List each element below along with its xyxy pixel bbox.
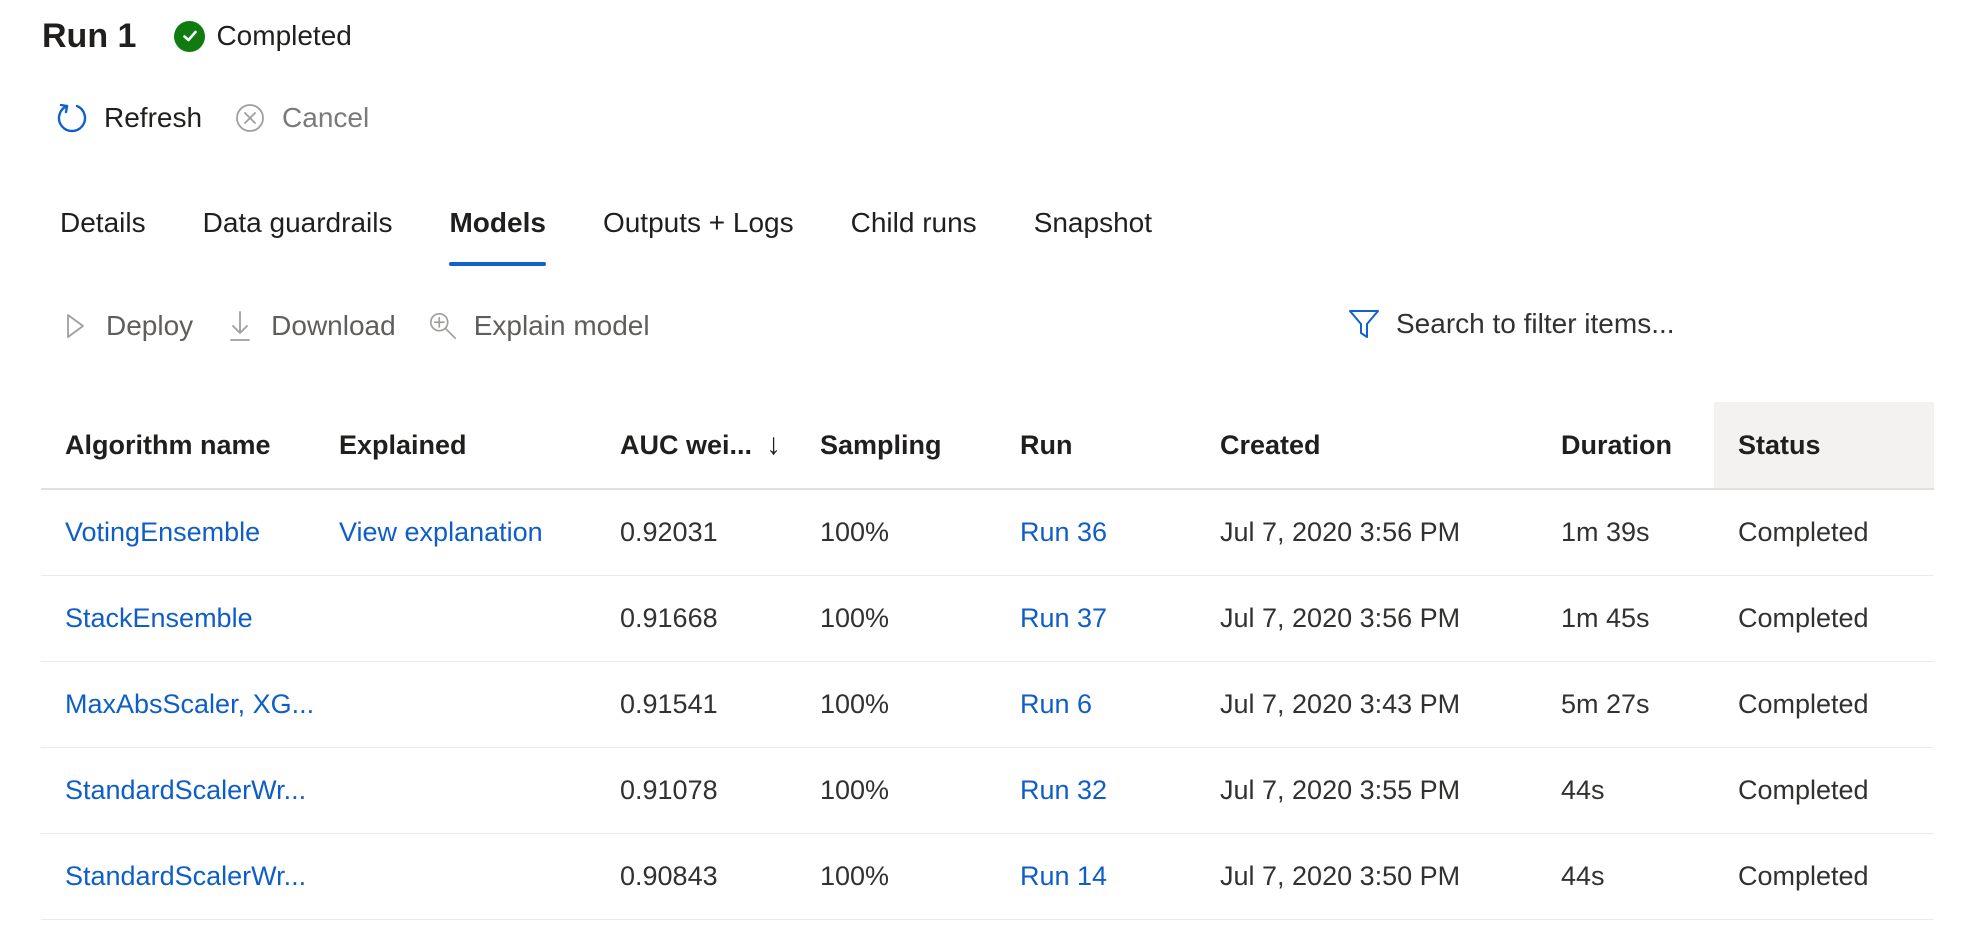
tab-outputs-logs[interactable]: Outputs + Logs [603, 198, 794, 268]
table-row[interactable]: MaxAbsScaler, XG... 0.91541 100% Run 6 J… [41, 662, 1934, 748]
tab-details[interactable]: Details [60, 198, 146, 268]
column-header-run[interactable]: Run [996, 402, 1196, 488]
deploy-label: Deploy [106, 310, 194, 341]
deploy-button[interactable]: Deploy [60, 308, 193, 344]
table-row[interactable]: StandardScalerWr... 0.91078 100% Run 32 … [41, 748, 1934, 834]
auc-value: 0.91668 [620, 603, 718, 633]
column-header-algorithm-name[interactable]: Algorithm name [41, 402, 315, 488]
table-row[interactable]: StandardScalerWr... 0.90843 100% Run 14 … [41, 834, 1934, 920]
refresh-icon [54, 100, 90, 136]
models-toolbar: Deploy Download Explain model [60, 304, 682, 348]
duration-value: 44s [1561, 861, 1605, 891]
download-button[interactable]: Download [225, 308, 396, 344]
search-box [1346, 302, 1716, 346]
run-link[interactable]: Run 14 [996, 861, 1196, 892]
command-bar: Refresh Cancel [54, 96, 399, 140]
run-link[interactable]: Run 6 [996, 689, 1196, 720]
column-header-auc-weighted[interactable]: AUC wei... ↓ [596, 402, 796, 488]
cancel-button[interactable]: Cancel [232, 100, 369, 136]
status-value: Completed [1738, 861, 1869, 891]
created-value: Jul 7, 2020 3:56 PM [1220, 603, 1461, 633]
duration-value: 5m 27s [1561, 689, 1650, 719]
status-label: Completed [216, 20, 352, 51]
play-icon [60, 308, 90, 344]
page-title: Run 1 [42, 16, 137, 55]
status-value: Completed [1738, 775, 1869, 805]
column-header-created[interactable]: Created [1196, 402, 1537, 488]
search-input[interactable] [1396, 308, 1716, 340]
column-header-status[interactable]: Status [1714, 402, 1934, 488]
duration-value: 44s [1561, 775, 1605, 805]
auc-value: 0.92031 [620, 517, 718, 547]
status-value: Completed [1738, 517, 1869, 547]
refresh-button[interactable]: Refresh [54, 100, 202, 136]
auc-value: 0.90843 [620, 861, 718, 891]
sampling-value: 100% [820, 775, 890, 805]
algorithm-name-link[interactable]: StackEnsemble [41, 603, 315, 634]
run-status: Completed [174, 20, 352, 52]
algorithm-name-link[interactable]: StandardScalerWr... [41, 861, 315, 892]
auc-value: 0.91541 [620, 689, 718, 719]
column-header-duration[interactable]: Duration [1537, 402, 1714, 488]
sampling-value: 100% [820, 689, 890, 719]
duration-value: 1m 39s [1561, 517, 1650, 547]
checkmark-circle-icon [174, 20, 206, 52]
status-value: Completed [1738, 689, 1869, 719]
run-link[interactable]: Run 32 [996, 775, 1196, 806]
auc-value: 0.91078 [620, 775, 718, 805]
status-value: Completed [1738, 603, 1869, 633]
created-value: Jul 7, 2020 3:43 PM [1220, 689, 1461, 719]
download-icon [225, 308, 255, 344]
created-value: Jul 7, 2020 3:56 PM [1220, 517, 1461, 547]
models-table: Algorithm name Explained AUC wei... ↓ Sa… [41, 402, 1934, 920]
duration-value: 1m 45s [1561, 603, 1650, 633]
column-header-explained[interactable]: Explained [315, 402, 596, 488]
zoom-in-icon [428, 308, 458, 344]
sampling-value: 100% [820, 603, 890, 633]
explain-model-button[interactable]: Explain model [428, 308, 650, 344]
sampling-value: 100% [820, 861, 890, 891]
tab-data-guardrails[interactable]: Data guardrails [203, 198, 393, 268]
table-row[interactable]: VotingEnsemble View explanation 0.92031 … [41, 490, 1934, 576]
tab-bar: Details Data guardrails Models Outputs +… [60, 198, 1209, 268]
algorithm-name-link[interactable]: StandardScalerWr... [41, 775, 315, 806]
download-label: Download [271, 310, 396, 341]
run-link[interactable]: Run 37 [996, 603, 1196, 634]
explain-model-label: Explain model [473, 310, 650, 341]
column-header-sampling[interactable]: Sampling [796, 402, 996, 488]
table-row[interactable]: StackEnsemble 0.91668 100% Run 37 Jul 7,… [41, 576, 1934, 662]
cancel-label: Cancel [282, 102, 370, 133]
sampling-value: 100% [820, 517, 890, 547]
filter-icon [1346, 306, 1382, 342]
created-value: Jul 7, 2020 3:50 PM [1220, 861, 1461, 891]
refresh-label: Refresh [104, 102, 203, 133]
run-link[interactable]: Run 36 [996, 517, 1196, 548]
tab-snapshot[interactable]: Snapshot [1034, 198, 1152, 268]
algorithm-name-link[interactable]: VotingEnsemble [41, 517, 315, 548]
tab-models[interactable]: Models [449, 198, 547, 268]
created-value: Jul 7, 2020 3:55 PM [1220, 775, 1461, 805]
run-header: Run 1 Completed [42, 12, 352, 60]
view-explanation-link[interactable]: View explanation [315, 517, 596, 548]
tab-child-runs[interactable]: Child runs [851, 198, 977, 268]
cancel-icon [232, 100, 268, 136]
algorithm-name-link[interactable]: MaxAbsScaler, XG... [41, 689, 315, 720]
table-header: Algorithm name Explained AUC wei... ↓ Sa… [41, 402, 1934, 490]
sort-descending-icon: ↓ [766, 428, 782, 461]
